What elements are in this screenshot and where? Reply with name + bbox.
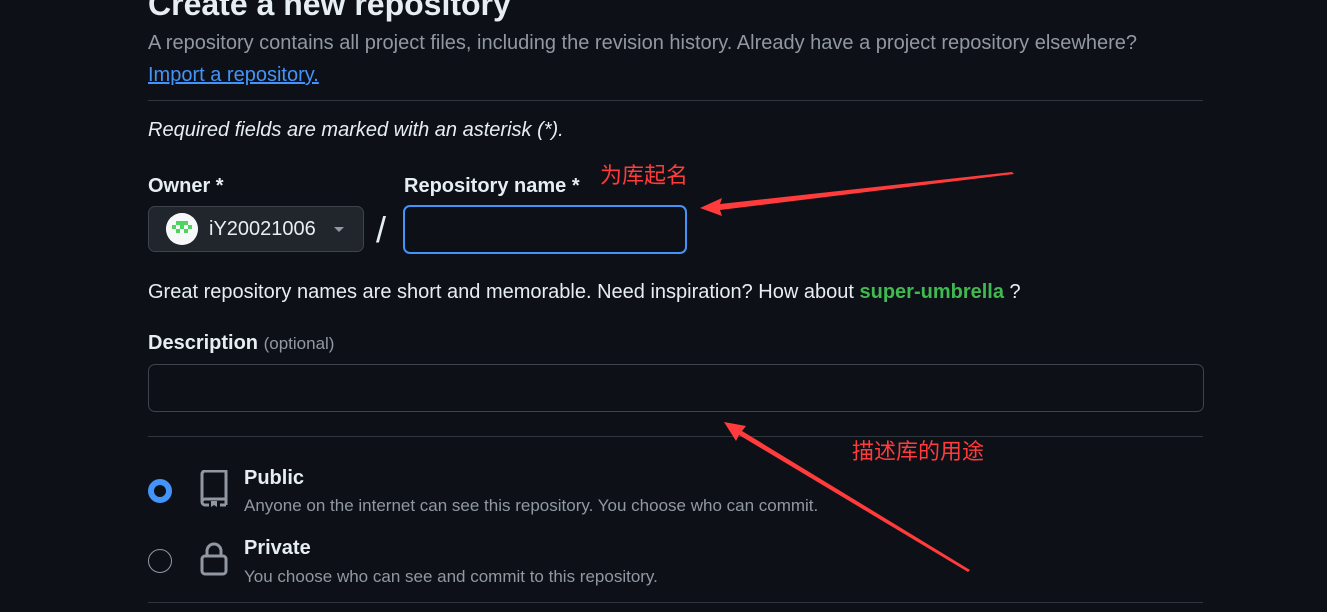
divider <box>148 436 1203 437</box>
public-title: Public <box>244 467 305 489</box>
annotation-name-note: 为库起名 <box>600 163 689 188</box>
description-label-row: Description (optional) <box>148 330 334 357</box>
divider <box>148 602 1203 603</box>
private-title: Private <box>244 537 311 559</box>
divider <box>148 100 1203 101</box>
hint-text: Great repository names are short and mem… <box>148 281 854 303</box>
page-subtitle: A repository contains all project files,… <box>148 32 1138 54</box>
public-radio[interactable] <box>148 479 172 503</box>
owner-repo-separator: / <box>376 209 387 250</box>
hint-suffix: ? <box>1009 281 1021 303</box>
avatar <box>166 213 198 245</box>
annotation-arrow <box>700 172 1014 216</box>
create-repo-page: Create a new repository A repository con… <box>0 0 1327 612</box>
repository-name-label: Repository name * <box>404 175 580 197</box>
private-description: You choose who can see and commit to thi… <box>244 567 658 586</box>
chevron-down-icon <box>333 226 344 232</box>
owner-name: iY20021006 <box>209 217 316 240</box>
owner-label: Owner * <box>148 175 224 197</box>
page-title: Create a new repository <box>148 0 511 22</box>
owner-select[interactable]: iY20021006 <box>148 206 364 252</box>
annotation-description-note: 描述库的用途 <box>852 439 985 464</box>
private-radio[interactable] <box>148 549 172 573</box>
optional-tag: (optional) <box>263 334 335 353</box>
name-hint: Great repository names are short and mem… <box>148 279 1021 305</box>
repo-icon <box>200 470 228 507</box>
public-description: Anyone on the internet can see this repo… <box>244 496 819 515</box>
description-label: Description <box>148 332 259 354</box>
import-repository-link[interactable]: Import a repository. <box>148 62 319 88</box>
required-fields-note: Required fields are marked with an aster… <box>148 119 564 141</box>
description-input[interactable] <box>148 364 1204 412</box>
repository-name-input[interactable] <box>403 205 687 254</box>
name-suggestion[interactable]: super-umbrella <box>859 281 1003 303</box>
lock-icon <box>200 542 228 576</box>
annotation-arrows <box>700 172 1014 572</box>
